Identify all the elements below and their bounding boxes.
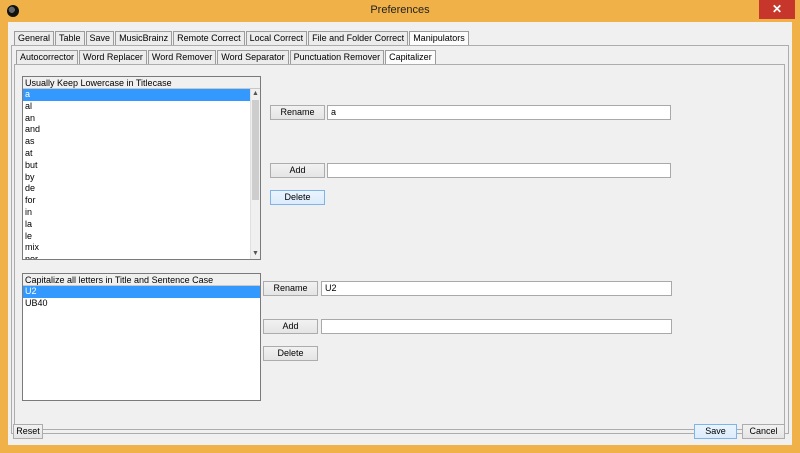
add-lowercase-button[interactable]: Add — [270, 163, 325, 178]
tab-file-and-folder-correct[interactable]: File and Folder Correct — [308, 31, 409, 45]
tab-remote-correct[interactable]: Remote Correct — [173, 31, 245, 45]
list-item[interactable]: but — [23, 160, 260, 172]
list-item[interactable]: de — [23, 183, 260, 195]
tab-save[interactable]: Save — [85, 31, 115, 45]
list-item[interactable]: al — [23, 101, 260, 113]
list-item[interactable]: le — [23, 231, 260, 243]
manipulators-panel: Autocorrector Word Replacer Word Remover… — [11, 45, 789, 434]
delete-uppercase-button[interactable]: Delete — [263, 346, 318, 361]
tab-table[interactable]: Table — [55, 31, 85, 45]
list-item[interactable]: for — [23, 195, 260, 207]
list-item[interactable]: UB40 — [23, 298, 260, 310]
scroll-down-icon[interactable]: ▼ — [251, 249, 260, 259]
list-item[interactable]: mix — [23, 242, 260, 254]
add-uppercase-button[interactable]: Add — [263, 319, 318, 334]
vertical-scrollbar[interactable]: ▲ ▼ — [250, 89, 260, 259]
tab-local-correct[interactable]: Local Correct — [245, 31, 308, 45]
list-header: Capitalize all letters in Title and Sent… — [23, 274, 260, 286]
save-button[interactable]: Save — [694, 424, 737, 439]
tab-word-replacer[interactable]: Word Replacer — [79, 50, 147, 64]
rename-lowercase-input[interactable]: a — [327, 105, 671, 120]
list-item[interactable]: nor — [23, 254, 260, 259]
delete-lowercase-button[interactable]: Delete — [270, 190, 325, 205]
sub-tab-bar: Autocorrector Word Replacer Word Remover… — [16, 50, 437, 64]
list-item[interactable]: in — [23, 207, 260, 219]
tab-musicbrainz[interactable]: MusicBrainz — [115, 31, 173, 45]
tab-autocorrector[interactable]: Autocorrector — [16, 50, 79, 64]
window-title: Preferences — [370, 4, 430, 16]
client-area: General Table Save MusicBrainz Remote Co… — [8, 22, 792, 445]
scroll-up-icon[interactable]: ▲ — [251, 89, 260, 99]
tab-word-remover[interactable]: Word Remover — [147, 50, 217, 64]
preferences-window: Preferences ✕ General Table Save MusicBr… — [0, 0, 800, 453]
add-lowercase-input[interactable] — [327, 163, 671, 178]
tab-general[interactable]: General — [14, 31, 55, 45]
list-item[interactable]: by — [23, 172, 260, 184]
rename-lowercase-button[interactable]: Rename — [270, 105, 325, 120]
add-uppercase-input[interactable] — [321, 319, 672, 334]
rename-uppercase-button[interactable]: Rename — [263, 281, 318, 296]
list-item[interactable]: an — [23, 113, 260, 125]
lowercase-words-list[interactable]: Usually Keep Lowercase in Titlecase a al… — [22, 76, 261, 260]
list-item[interactable]: a — [23, 89, 260, 101]
tab-word-separator[interactable]: Word Separator — [217, 50, 289, 64]
list-header: Usually Keep Lowercase in Titlecase — [23, 77, 260, 89]
cancel-button[interactable]: Cancel — [742, 424, 785, 439]
list-item[interactable]: at — [23, 148, 260, 160]
title-bar[interactable]: Preferences ✕ — [0, 0, 800, 22]
uppercase-words-list[interactable]: Capitalize all letters in Title and Sent… — [22, 273, 261, 401]
reset-button[interactable]: Reset — [13, 424, 43, 439]
tab-punctuation-remover[interactable]: Punctuation Remover — [289, 50, 385, 64]
rename-uppercase-input[interactable]: U2 — [321, 281, 672, 296]
main-tab-bar: General Table Save MusicBrainz Remote Co… — [14, 31, 470, 45]
list-item[interactable]: as — [23, 136, 260, 148]
tab-capitalizer[interactable]: Capitalizer — [385, 50, 436, 64]
list-item[interactable]: U2 — [23, 286, 260, 298]
capitalizer-panel: Usually Keep Lowercase in Titlecase a al… — [14, 64, 785, 430]
list-item[interactable]: and — [23, 124, 260, 136]
tab-manipulators[interactable]: Manipulators — [409, 31, 469, 45]
list-item[interactable]: la — [23, 219, 260, 231]
scrollbar-thumb[interactable] — [252, 100, 259, 200]
close-button[interactable]: ✕ — [759, 0, 795, 19]
